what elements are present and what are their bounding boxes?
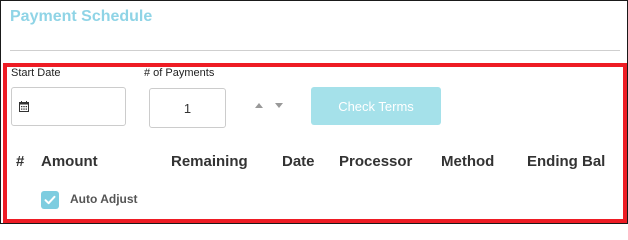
col-header-ending-bal: Ending Bal (527, 153, 606, 170)
check-terms-button[interactable]: Check Terms (311, 87, 441, 125)
col-header-amount: Amount (41, 153, 98, 170)
col-header-date: Date (282, 153, 315, 170)
checkmark-icon (44, 195, 56, 205)
calendar-icon (19, 101, 29, 112)
col-header-method: Method (441, 153, 495, 170)
start-date-label: Start Date (11, 67, 61, 79)
start-date-input[interactable] (11, 87, 126, 126)
auto-adjust-label: Auto Adjust (70, 192, 138, 206)
payments-input[interactable] (149, 88, 226, 128)
auto-adjust-checkbox[interactable] (41, 191, 59, 209)
section-divider (10, 50, 620, 51)
col-header-number: # (16, 153, 25, 170)
payments-label: # of Payments (144, 67, 215, 79)
payment-schedule-panel: Payment Schedule Start Date # of Payment… (0, 0, 628, 224)
col-header-remaining: Remaining (171, 153, 248, 170)
section-title: Payment Schedule (10, 8, 153, 25)
arrow-up-icon[interactable] (255, 103, 263, 108)
col-header-processor: Processor (339, 153, 413, 170)
arrow-down-icon[interactable] (275, 103, 283, 108)
